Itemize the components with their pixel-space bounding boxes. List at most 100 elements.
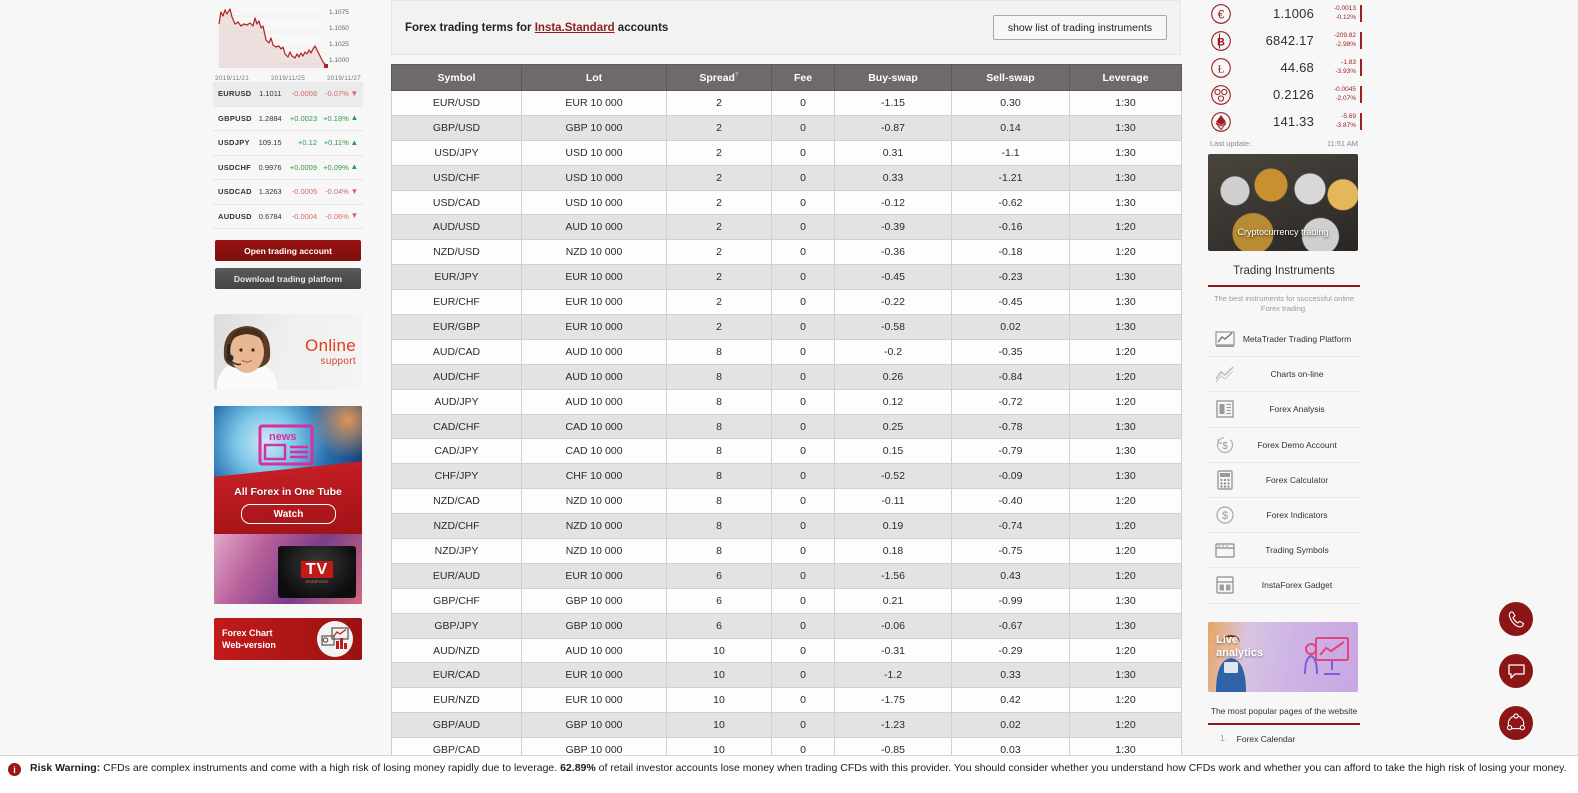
eurusd-mini-chart[interactable]: 1.1075 1.1050 1.1025 1.1000 [213,2,363,74]
forex-tube-banner[interactable]: news All Forex in One Tube Watch TV Inst… [214,406,362,604]
col-lot[interactable]: Lot [521,64,667,91]
table-cell: 2 [666,314,772,340]
table-cell: -0.99 [951,587,1070,614]
quote-row[interactable]: AUDUSD 0.6784 -0.0004 -0.06% ▼ [213,204,363,229]
table-row[interactable]: EUR/GBP EUR 10 000 2 0 -0.58 0.02 1:30 [391,314,1182,340]
quote-row[interactable]: USDCHF 0.9976 +0.0009 +0.09% ▲ [213,155,363,180]
quote-price: 0.9976 [258,162,282,172]
instrument-item[interactable]: Charts on-line [1208,357,1360,393]
fcw-line1: Forex Chart [222,628,273,638]
quote-row[interactable]: GBPUSD 1.2884 +0.0023 +0.18% ▲ [213,106,363,131]
open-trading-account-button[interactable]: Open trading account [215,240,361,261]
table-row[interactable]: CHF/JPY CHF 10 000 8 0 -0.52 -0.09 1:30 [391,463,1182,490]
watch-button[interactable]: Watch [241,504,336,524]
quote-symbol: USDJPY [218,138,250,148]
table-row[interactable]: GBP/AUD GBP 10 000 10 0 -1.23 0.02 1:20 [391,712,1182,739]
instrument-item[interactable]: InstaForex Gadget [1208,568,1360,604]
table-cell: EUR/CHF [391,289,522,316]
instrument-item[interactable]: MetaTrader Trading Platform [1208,322,1360,358]
table-cell: EUR/GBP [391,314,522,340]
instrument-item[interactable]: Forex Analysis [1208,392,1360,428]
crypto-row[interactable]: 141.33 -5.69 -3.87% [1206,108,1362,135]
table-cell: GBP/AUD [391,712,522,739]
table-row[interactable]: NZD/CAD NZD 10 000 8 0 -0.11 -0.40 1:20 [391,488,1182,515]
table-row[interactable]: USD/CAD USD 10 000 2 0 -0.12 -0.62 1:30 [391,189,1182,216]
table-cell: 1:30 [1069,114,1182,141]
table-row[interactable]: CAD/CHF CAD 10 000 8 0 0.25 -0.78 1:30 [391,413,1182,440]
forex-chart-web-banner[interactable]: Forex Chart Web-version [214,618,362,660]
col-leverage[interactable]: Leverage [1069,64,1182,91]
table-row[interactable]: EUR/JPY EUR 10 000 2 0 -0.45 -0.23 1:30 [391,264,1182,291]
table-row[interactable]: EUR/AUD EUR 10 000 6 0 -1.56 0.43 1:20 [391,562,1182,589]
table-cell: EUR 10 000 [521,90,667,116]
last-update-row: Last update: 11:51 AM [1206,135,1362,148]
crypto-row[interactable]: Ł 44.68 -1.83 -3.93% [1206,54,1362,81]
crypto-row[interactable]: 0.2126 -0.0045 -2.07% [1206,81,1362,108]
instrument-item[interactable]: $ Forex Demo Account [1208,428,1360,463]
table-cell: 1:30 [1069,413,1182,440]
show-instruments-button[interactable]: show list of trading instruments [992,15,1167,40]
popular-item-forex-calendar[interactable]: 1. Forex Calendar [1206,725,1362,744]
table-row[interactable]: AUD/JPY AUD 10 000 8 0 0.12 -0.72 1:20 [391,388,1182,415]
quote-symbol: GBPUSD [218,113,252,123]
cryptocurrency-trading-banner[interactable]: Cryptocurrency trading [1208,154,1358,251]
table-row[interactable]: EUR/CHF EUR 10 000 2 0 -0.22 -0.45 1:30 [391,289,1182,316]
download-trading-platform-button[interactable]: Download trading platform [215,268,361,289]
table-cell: 1:20 [1069,214,1182,241]
table-cell: 1:30 [1069,139,1182,166]
col-buy-swap[interactable]: Buy-swap [834,64,952,91]
table-cell: -0.79 [951,438,1070,465]
tube-banner-title: All Forex in One Tube [234,486,342,498]
table-row[interactable]: EUR/USD EUR 10 000 2 0 -1.15 0.30 1:30 [391,90,1182,116]
chat-fab[interactable] [1499,654,1533,688]
table-row[interactable]: NZD/CHF NZD 10 000 8 0 0.19 -0.74 1:20 [391,513,1182,540]
table-cell: 0 [771,662,835,689]
table-row[interactable]: AUD/CAD AUD 10 000 8 0 -0.2 -0.35 1:20 [391,338,1182,365]
phone-icon [1508,610,1524,627]
table-cell: CAD/JPY [391,438,522,465]
table-row[interactable]: GBP/JPY GBP 10 000 6 0 -0.06 -0.67 1:30 [391,612,1182,639]
instrument-label: Forex Indicators [1266,510,1328,521]
col-symbol[interactable]: Symbol [391,64,522,91]
table-row[interactable]: EUR/NZD EUR 10 000 10 0 -1.75 0.42 1:20 [391,687,1182,714]
instrument-item[interactable]: Forex Calculator [1208,463,1360,498]
spread-info-icon[interactable]: ? [735,72,739,78]
table-cell: 0.14 [951,114,1070,141]
crypto-row[interactable]: B 6842.17 -209.82 -2.98% [1206,27,1362,54]
col-fee[interactable]: Fee [771,64,835,91]
table-row[interactable]: USD/CHF USD 10 000 2 0 0.33 -1.21 1:30 [391,164,1182,191]
col-spread[interactable]: Spread? [666,64,772,91]
table-row[interactable]: AUD/USD AUD 10 000 2 0 -0.39 -0.16 1:20 [391,214,1182,241]
table-cell: -0.16 [951,214,1070,241]
table-cell: USD/CHF [391,164,522,191]
quote-change: -0.0005 [291,187,318,197]
col-sell-swap[interactable]: Sell-swap [951,64,1070,91]
table-row[interactable]: GBP/CHF GBP 10 000 6 0 0.21 -0.99 1:30 [391,587,1182,614]
table-row[interactable]: AUD/NZD AUD 10 000 10 0 -0.31 -0.29 1:20 [391,637,1182,664]
crypto-row[interactable]: €1.1006 -0.0013 -0.12% [1206,0,1362,27]
quote-row[interactable]: EURUSD 1.1011 -0.0008 -0.07% ▼ [213,82,363,107]
table-row[interactable]: AUD/CHF AUD 10 000 8 0 0.26 -0.84 1:20 [391,363,1182,390]
table-row[interactable]: USD/JPY USD 10 000 2 0 0.31 -1.1 1:30 [391,139,1182,166]
table-cell: 0 [771,139,835,166]
table-cell: 0.02 [951,712,1070,739]
live-analytics-banner[interactable]: Live analytics [1208,621,1358,692]
table-cell: CAD/CHF [391,413,522,440]
share-fab[interactable] [1499,706,1533,740]
instrument-item[interactable]: Trading Symbols [1208,533,1360,569]
quote-row[interactable]: USDCAD 1.3263 -0.0005 -0.04% ▼ [213,180,363,205]
phone-fab[interactable] [1499,602,1533,636]
table-row[interactable]: NZD/JPY NZD 10 000 8 0 0.18 -0.75 1:20 [391,538,1182,564]
insta-standard-link[interactable]: Insta.Standard [535,22,615,34]
table-row[interactable]: GBP/USD GBP 10 000 2 0 -0.87 0.14 1:30 [391,114,1182,141]
table-row[interactable]: CAD/JPY CAD 10 000 8 0 0.15 -0.79 1:30 [391,438,1182,465]
table-row[interactable]: NZD/USD NZD 10 000 2 0 -0.36 -0.18 1:20 [391,239,1182,266]
table-cell: -1.56 [834,562,952,589]
table-row[interactable]: EUR/CAD EUR 10 000 10 0 -1.2 0.33 1:30 [391,662,1182,689]
quote-row[interactable]: USDJPY 109.15 +0.12 +0.11% ▲ [213,131,363,156]
table-cell: 1:20 [1069,687,1182,714]
table-cell: 10 [666,712,772,739]
table-cell: -0.45 [834,264,952,291]
instrument-item[interactable]: $ Forex Indicators [1208,498,1360,534]
online-support-banner[interactable]: Online support [214,314,362,390]
